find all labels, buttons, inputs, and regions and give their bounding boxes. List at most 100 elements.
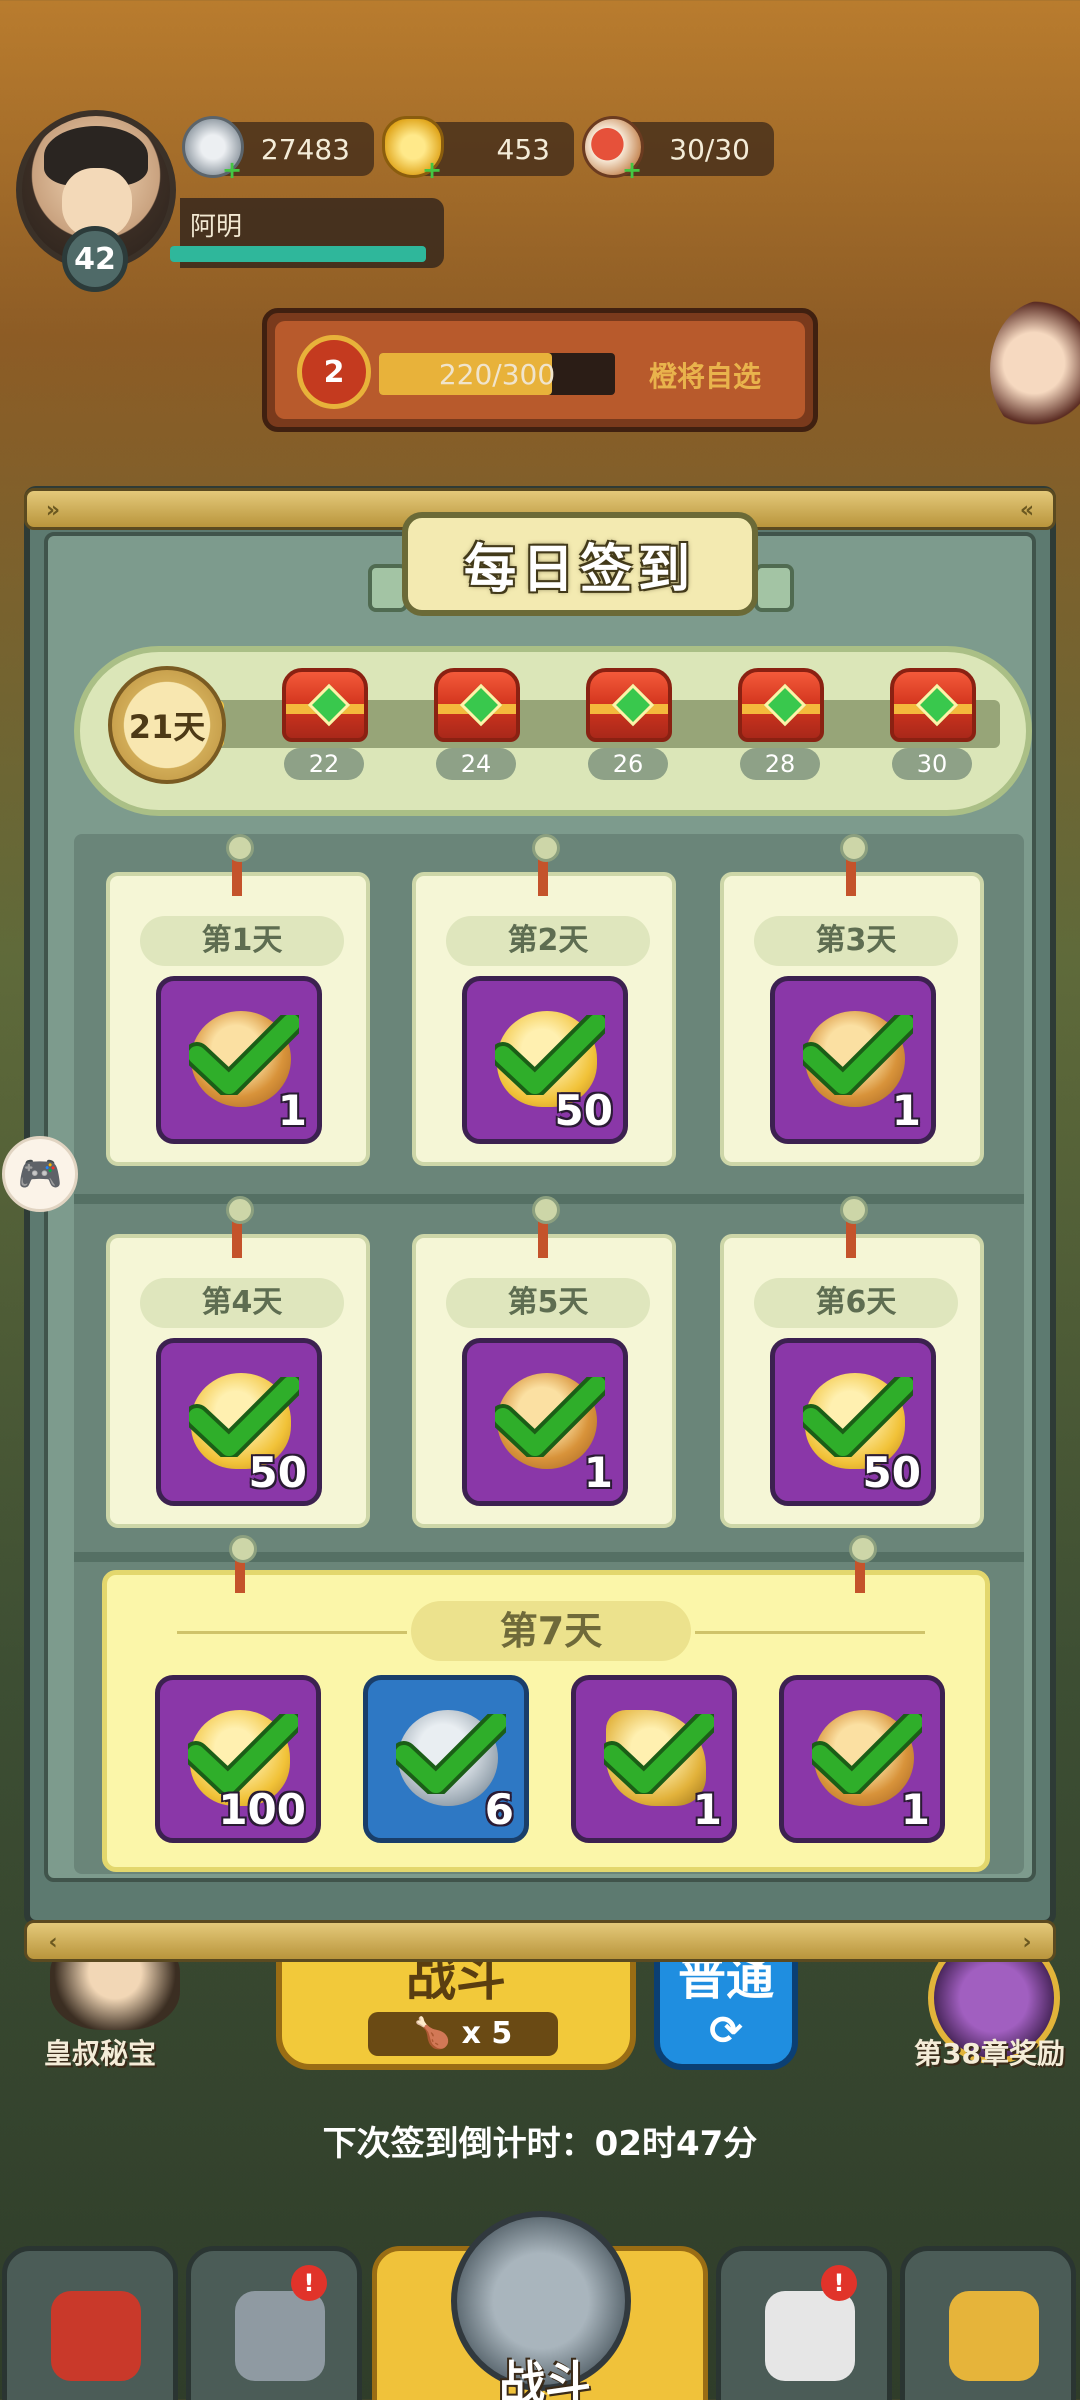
day-label: 第4天	[140, 1278, 344, 1328]
hanging-pin	[532, 1196, 560, 1258]
day-card-5[interactable]: 第5天 1	[412, 1196, 676, 1528]
reward-item[interactable]: 100	[155, 1675, 321, 1843]
battle-cost-value: x 5	[461, 2016, 513, 2051]
reward-count: 100	[218, 1785, 306, 1834]
side-character-portrait	[990, 300, 1080, 440]
scroll-cap-right-icon: «	[1019, 497, 1035, 523]
divider-line	[695, 1631, 925, 1634]
milestone-chest[interactable]: 22	[276, 668, 372, 798]
top-hud: 42 + 27483 + 453 + 30/30 阿明 2 220/300 橙将…	[0, 0, 1080, 440]
reward-item[interactable]: 50	[770, 1338, 936, 1506]
milestone-day: 22	[284, 748, 364, 780]
scroll-cap-left-icon: ‹	[48, 1929, 58, 1955]
nav-battle-label: 战斗	[499, 2356, 591, 2400]
divider-line	[177, 1631, 407, 1634]
reward-item[interactable]: 1	[571, 1675, 737, 1843]
hanging-pin	[532, 834, 560, 896]
stamina-value: 30/30	[669, 132, 750, 166]
meat-drumstick-icon: 🍗	[413, 2016, 452, 2051]
reward-count: 1	[891, 1086, 921, 1135]
reward-item[interactable]: 1	[156, 976, 322, 1144]
hero-progress-bar: 220/300	[379, 353, 615, 395]
milestone-day: 26	[588, 748, 668, 780]
reward-item[interactable]: 6	[363, 1675, 529, 1843]
current-days-coin: 21天	[108, 666, 226, 784]
red-chest-icon	[890, 668, 976, 742]
hanging-pin	[849, 1535, 877, 1593]
nav-rankings[interactable]: !	[716, 2246, 892, 2400]
gamepad-icon[interactable]: 🎮	[2, 1136, 78, 1212]
add-stamina-icon[interactable]: +	[622, 156, 642, 184]
scroll-cap-right-icon: ›	[1022, 1929, 1032, 1955]
checkin-panel: 每日签到 21天 22 24 26 28 30 第1天 1 第2天 50 第3天…	[44, 512, 1036, 1882]
milestone-chest[interactable]: 28	[732, 668, 828, 798]
day-card-3[interactable]: 第3天 1	[720, 834, 984, 1166]
rooster-icon	[765, 2291, 855, 2381]
day-label: 第2天	[446, 916, 650, 966]
reward-count: 1	[900, 1785, 930, 1834]
milestone-day: 30	[892, 748, 972, 780]
hanging-pin	[840, 834, 868, 896]
reward-item[interactable]: 50	[462, 976, 628, 1144]
hero-pick-banner[interactable]: 2 220/300 橙将自选	[262, 308, 818, 432]
reward-item[interactable]: 1	[779, 1675, 945, 1843]
claimed-check-icon	[188, 1714, 298, 1794]
bottom-nav: ! 战斗 !	[0, 2211, 1080, 2400]
day-card-6[interactable]: 第6天 50	[720, 1196, 984, 1528]
player-name: 阿明	[190, 212, 243, 242]
chapter-reward-label[interactable]: 第38章奖励	[914, 2032, 1065, 2072]
checkin-title: 每日签到	[402, 512, 758, 616]
milestone-chest[interactable]: 26	[580, 668, 676, 798]
day-reward-grid: 第1天 1 第2天 50 第3天 1 第4天 50 第5天 1 第6天 50 第…	[74, 834, 1024, 1874]
nav-city[interactable]	[2, 2246, 178, 2400]
claimed-check-icon	[803, 1377, 913, 1457]
add-silver-icon[interactable]: +	[222, 156, 242, 184]
silver-counter[interactable]: + 27483	[182, 116, 374, 184]
milestone-chest[interactable]: 24	[428, 668, 524, 798]
rank-medal-icon: 2	[297, 335, 371, 409]
day-card-2[interactable]: 第2天 50	[412, 834, 676, 1166]
checkin-countdown: 下次签到倒计时：02时47分	[322, 2124, 758, 2164]
reward-item[interactable]: 1	[770, 976, 936, 1144]
nav-heroes[interactable]: !	[186, 2246, 362, 2400]
hero-banner-label: 橙将自选	[649, 360, 762, 393]
claimed-check-icon	[495, 1377, 605, 1457]
reward-count: 50	[862, 1448, 921, 1497]
day-card-1[interactable]: 第1天 1	[106, 834, 370, 1166]
claimed-check-icon	[495, 1015, 605, 1095]
hero-progress-text: 220/300	[438, 357, 556, 391]
day-label: 第7天	[411, 1601, 691, 1661]
stamina-counter[interactable]: + 30/30	[582, 116, 774, 184]
hanging-pin	[840, 1196, 868, 1258]
title-ornament-right	[754, 564, 794, 612]
reward-count: 1	[692, 1785, 722, 1834]
hanging-pin	[226, 834, 254, 896]
claimed-check-icon	[812, 1714, 922, 1794]
silver-value: 27483	[260, 132, 350, 166]
day-card-4[interactable]: 第4天 50	[106, 1196, 370, 1528]
cumulative-progress: 21天 22 24 26 28 30	[74, 646, 1032, 816]
add-gold-icon[interactable]: +	[422, 156, 442, 184]
day-label: 第6天	[754, 1278, 958, 1328]
refresh-icon: ⟳	[709, 2008, 743, 2054]
claimed-check-icon	[189, 1015, 299, 1095]
reward-item[interactable]: 50	[156, 1338, 322, 1506]
day-card-7[interactable]: 第7天 100 6 1 1	[102, 1535, 990, 1872]
reward-count: 1	[583, 1448, 613, 1497]
reward-count: 50	[248, 1448, 307, 1497]
gold-growth-icon	[949, 2291, 1039, 2381]
reward-item[interactable]: 1	[462, 1338, 628, 1506]
red-chest-icon	[434, 668, 520, 742]
day-label: 第1天	[140, 916, 344, 966]
claimed-check-icon	[604, 1714, 714, 1794]
reward-count: 50	[554, 1086, 613, 1135]
player-level-badge: 42	[62, 226, 128, 292]
nav-battle[interactable]: 战斗	[372, 2211, 708, 2400]
claimed-check-icon	[396, 1714, 506, 1794]
hanging-pin	[226, 1196, 254, 1258]
milestone-chest[interactable]: 30	[884, 668, 980, 798]
scroll-cap-left-icon: »	[45, 497, 61, 523]
nav-shop[interactable]	[900, 2246, 1076, 2400]
uncle-treasure-label[interactable]: 皇叔秘宝	[44, 2032, 156, 2072]
gold-counter[interactable]: + 453	[382, 116, 574, 184]
